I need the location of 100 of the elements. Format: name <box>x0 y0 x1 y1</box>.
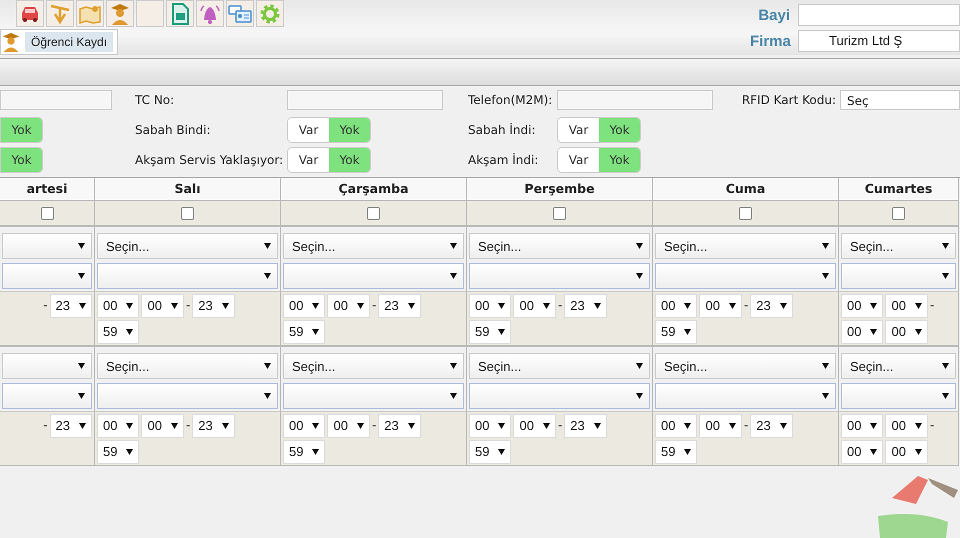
time-dropdown[interactable]: 59 <box>283 440 326 464</box>
dropdown[interactable] <box>469 383 650 409</box>
toggle-option[interactable]: Yok <box>599 148 640 172</box>
caret-icon <box>684 423 692 429</box>
id-card-icon <box>228 4 252 24</box>
checkbox[interactable] <box>739 206 752 220</box>
toggle-option[interactable]: Yok <box>329 118 370 142</box>
time-dropdown[interactable]: 23 <box>378 414 421 438</box>
time-dropdown[interactable]: 59 <box>469 440 512 464</box>
dropdown[interactable]: Seçin... <box>97 233 278 259</box>
input-field[interactable]: Turizm Ltd Ş <box>798 30 960 52</box>
toggle-option[interactable]: Yok <box>1 118 42 142</box>
range-dash: - <box>43 417 48 434</box>
dropdown[interactable]: Seçin... <box>841 353 956 379</box>
input-field[interactable] <box>798 4 960 26</box>
dropdown[interactable]: Seçin... <box>283 353 464 379</box>
dropdown[interactable]: Seçin... <box>283 233 464 259</box>
dropdown[interactable] <box>2 383 92 409</box>
caret-icon <box>942 243 949 249</box>
dropdown[interactable] <box>841 383 956 409</box>
dropdown[interactable] <box>283 263 464 289</box>
tab[interactable]: Öğrenci Kaydı <box>0 29 118 55</box>
time-dropdown[interactable]: 00 <box>699 414 742 438</box>
toggle-option[interactable]: Yok <box>329 148 370 172</box>
time-dropdown[interactable]: 00 <box>841 320 884 344</box>
caret-icon <box>942 363 949 369</box>
time-dropdown[interactable]: 23 <box>750 294 793 318</box>
time-dropdown[interactable]: 00 <box>469 414 512 438</box>
time-dropdown[interactable]: 23 <box>192 294 235 318</box>
time-dropdown[interactable]: 00 <box>699 294 742 318</box>
time-dropdown[interactable]: 59 <box>655 320 698 344</box>
caret-icon <box>498 329 506 335</box>
caret-icon <box>408 423 415 429</box>
toggle-option[interactable]: Yok <box>599 118 640 142</box>
time-dropdown[interactable]: 23 <box>378 294 421 318</box>
dropdown[interactable] <box>841 263 956 289</box>
time-dropdown[interactable]: 00 <box>283 414 326 438</box>
caret-icon <box>78 393 85 399</box>
caret-icon <box>684 303 692 309</box>
toolbar-button[interactable] <box>16 0 44 27</box>
time-dropdown[interactable]: 00 <box>841 294 884 318</box>
dropdown[interactable] <box>655 383 836 409</box>
dropdown[interactable] <box>469 263 650 289</box>
checkbox[interactable] <box>367 206 380 220</box>
input-field[interactable] <box>557 90 713 110</box>
time-dropdown[interactable]: 59 <box>469 320 512 344</box>
dropdown[interactable] <box>2 263 92 289</box>
time-dropdown[interactable]: 59 <box>97 320 140 344</box>
caret-icon <box>78 243 85 249</box>
time-dropdown[interactable]: 00 <box>141 414 184 438</box>
time-dropdown[interactable]: 00 <box>841 440 884 464</box>
time-dropdown[interactable]: 00 <box>513 294 556 318</box>
checkbox[interactable] <box>892 206 905 220</box>
dropdown[interactable]: Seç <box>840 90 960 110</box>
dropdown[interactable]: Seçin... <box>97 353 278 379</box>
dropdown[interactable] <box>283 383 464 409</box>
time-dropdown[interactable]: 00 <box>283 294 326 318</box>
range-dash: - <box>744 297 748 314</box>
time-dropdown[interactable]: 00 <box>469 294 512 318</box>
time-dropdown[interactable]: 00 <box>885 440 928 464</box>
time-dropdown[interactable]: 23 <box>50 294 92 318</box>
input-field[interactable] <box>0 90 112 110</box>
time-dropdown[interactable]: 00 <box>655 414 698 438</box>
time-dropdown[interactable]: 00 <box>885 294 928 318</box>
dropdown[interactable] <box>97 263 278 289</box>
dropdown[interactable]: Seçin... <box>469 353 650 379</box>
time-dropdown[interactable]: 00 <box>141 294 184 318</box>
time-dropdown[interactable]: 00 <box>327 294 370 318</box>
time-dropdown[interactable]: 00 <box>97 294 140 318</box>
dropdown[interactable]: Seçin... <box>655 233 836 259</box>
time-dropdown[interactable]: 23 <box>50 414 92 438</box>
time-dropdown[interactable]: 23 <box>192 414 235 438</box>
dropdown[interactable]: Seçin... <box>841 233 956 259</box>
checkbox[interactable] <box>553 206 566 220</box>
dropdown[interactable]: Seçin... <box>655 353 836 379</box>
time-dropdown[interactable]: 59 <box>655 440 698 464</box>
range-dash: - <box>744 417 748 434</box>
time-dropdown[interactable]: 00 <box>513 414 556 438</box>
time-dropdown[interactable]: 23 <box>564 414 607 438</box>
time-dropdown[interactable]: 00 <box>97 414 140 438</box>
dropdown[interactable] <box>2 233 92 259</box>
range-dash: - <box>43 297 48 314</box>
time-dropdown[interactable]: 23 <box>564 294 607 318</box>
dropdown[interactable]: Seçin... <box>469 233 650 259</box>
time-dropdown[interactable]: 00 <box>841 414 884 438</box>
checkbox[interactable] <box>40 206 54 220</box>
caret-icon <box>78 363 85 369</box>
dropdown[interactable] <box>97 383 278 409</box>
toggle-option[interactable]: Yok <box>1 148 42 172</box>
time-dropdown[interactable]: 00 <box>885 414 928 438</box>
checkbox[interactable] <box>181 206 194 220</box>
input-field[interactable] <box>287 90 443 110</box>
time-dropdown[interactable]: 59 <box>97 440 140 464</box>
time-dropdown[interactable]: 23 <box>750 414 793 438</box>
dropdown[interactable] <box>655 263 836 289</box>
time-dropdown[interactable]: 00 <box>327 414 370 438</box>
time-dropdown[interactable]: 00 <box>885 320 928 344</box>
time-dropdown[interactable]: 00 <box>655 294 698 318</box>
dropdown[interactable] <box>2 353 92 379</box>
time-dropdown[interactable]: 59 <box>283 320 326 344</box>
